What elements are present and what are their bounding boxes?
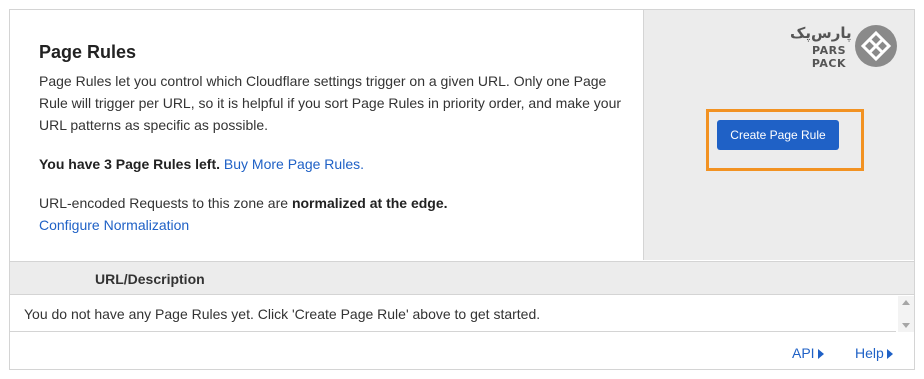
column-header-url-description: URL/Description [95, 271, 205, 287]
scroll-down-icon[interactable] [902, 323, 910, 328]
action-pane: پارس‌پک PARS PACK Create Page Rule [643, 10, 914, 260]
page-description: Page Rules let you control which Cloudfl… [39, 73, 622, 133]
api-link-label: API [792, 345, 815, 361]
logo-text-fa: پارس‌پک [790, 24, 852, 42]
caret-right-icon [886, 349, 893, 360]
scroll-up-icon[interactable] [902, 300, 910, 305]
table-row: You do not have any Page Rules yet. Clic… [10, 296, 896, 332]
normalization-status: normalized at the edge. [291, 195, 448, 211]
help-link-label: Help [855, 345, 884, 361]
parspack-logo-icon [855, 25, 897, 67]
api-link[interactable]: API [792, 345, 824, 361]
card-footer: API Help [10, 333, 914, 369]
page-title: Page Rules [39, 42, 137, 62]
normalization-prefix: URL-encoded Requests to this zone are [39, 195, 292, 211]
normalization-notice: URL-encoded Requests to this zone are no… [39, 192, 448, 236]
create-page-rule-button[interactable]: Create Page Rule [717, 120, 839, 150]
buy-more-link[interactable]: Buy More Page Rules. [224, 156, 364, 172]
page-rules-info: Page Rules Page Rules let you control wh… [10, 10, 643, 260]
table-scrollbar[interactable] [898, 296, 914, 332]
table-header: URL/Description [10, 261, 914, 295]
configure-normalization-link[interactable]: Configure Normalization [39, 217, 189, 233]
help-link[interactable]: Help [855, 345, 893, 361]
rules-remaining: You have 3 Page Rules left. Buy More Pag… [39, 156, 364, 172]
page-rules-card: Page Rules Page Rules let you control wh… [9, 9, 915, 370]
caret-right-icon [817, 349, 824, 360]
parspack-logo: پارس‌پک PARS PACK [790, 24, 905, 70]
empty-state-message: You do not have any Page Rules yet. Clic… [24, 306, 541, 322]
logo-text-en: PARS PACK [811, 44, 846, 70]
rules-remaining-text: You have 3 Page Rules left. [39, 156, 221, 172]
